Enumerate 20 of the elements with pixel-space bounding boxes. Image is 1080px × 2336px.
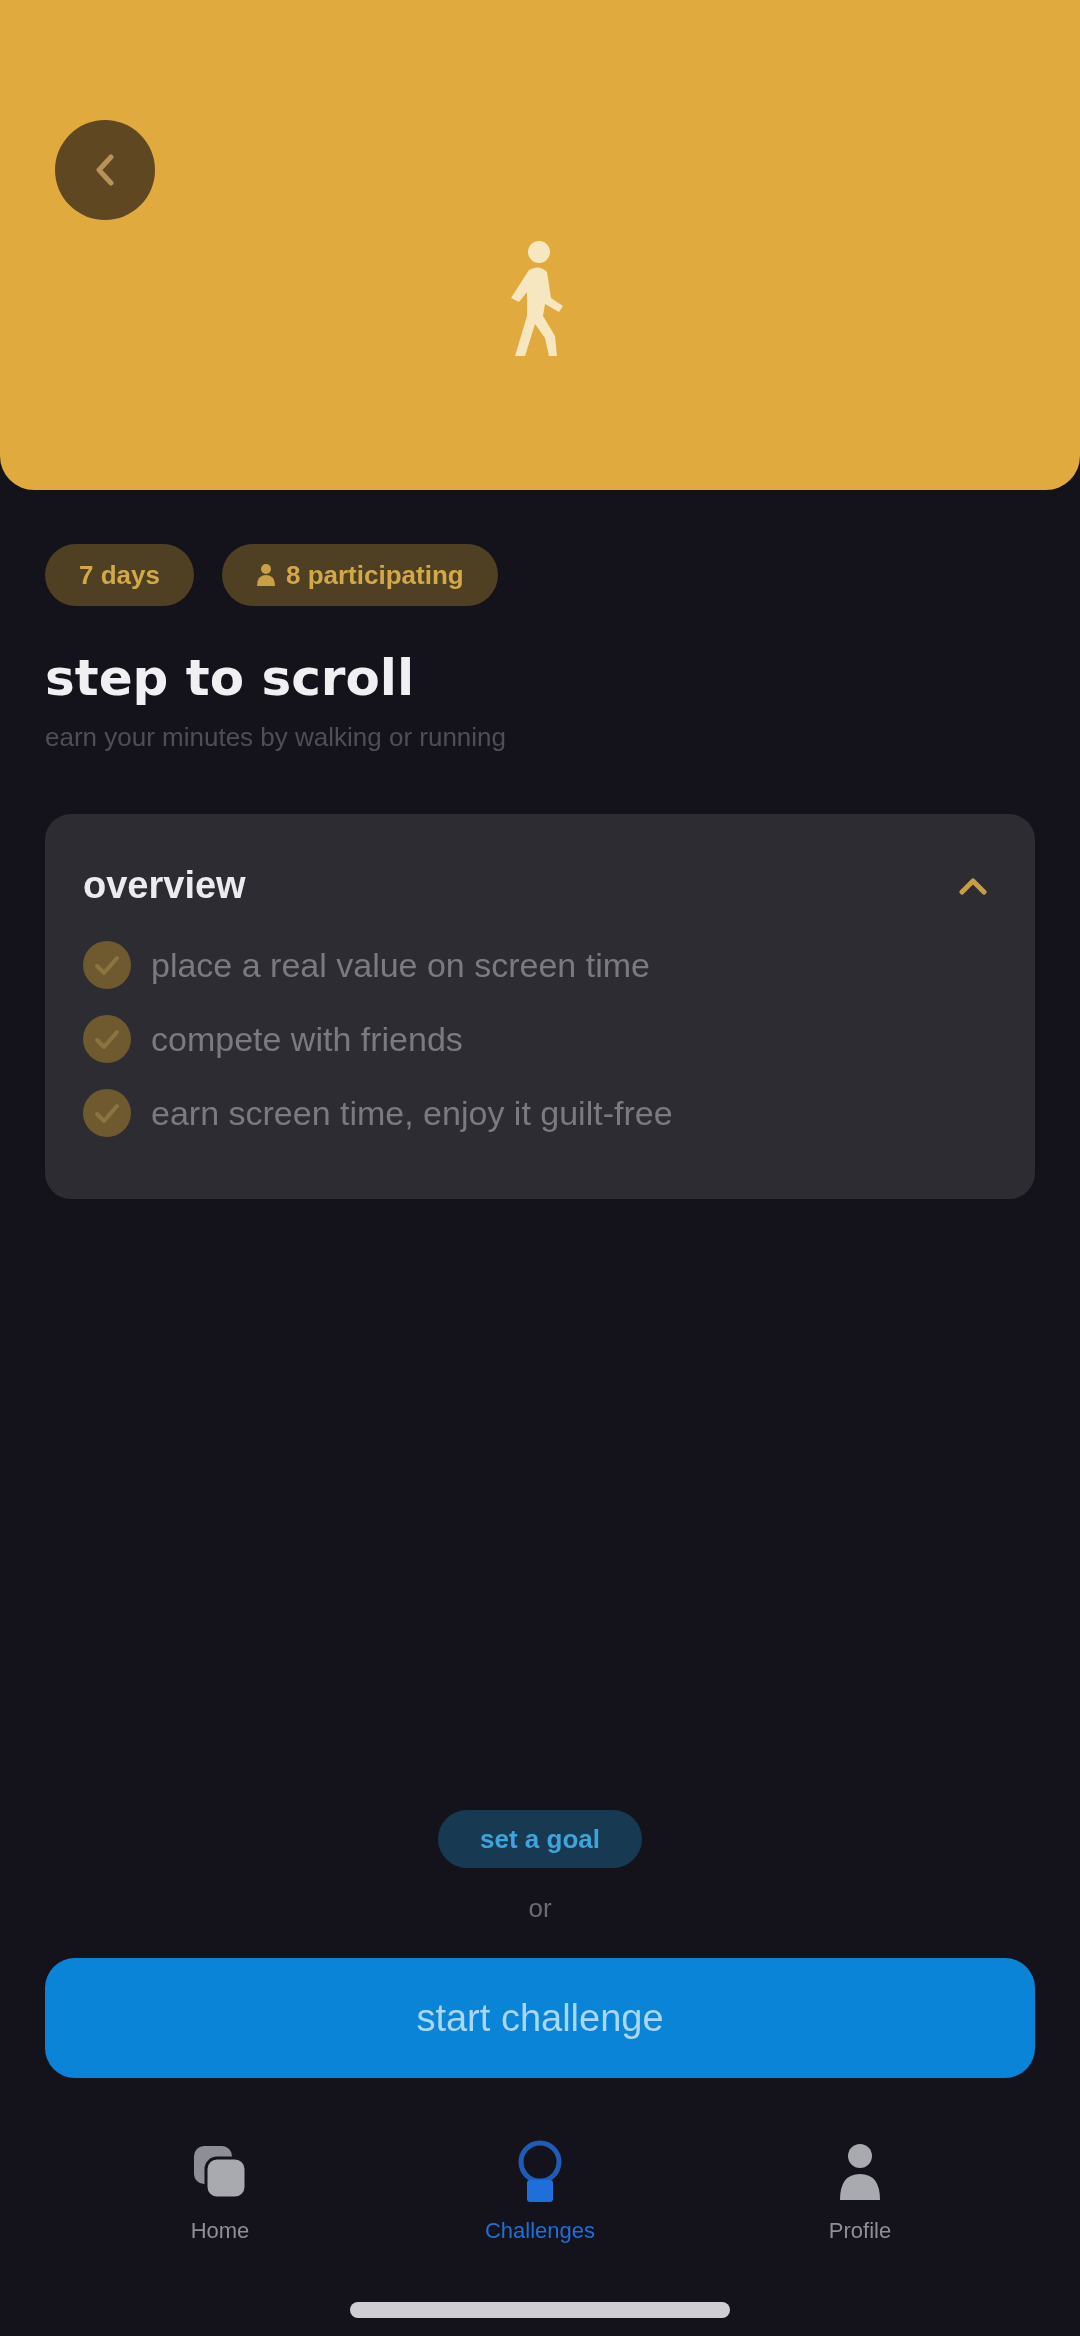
person-icon: [255, 563, 276, 587]
challenge-title: step to scroll: [45, 648, 416, 709]
check-circle-icon: [83, 1089, 131, 1137]
tab-item[interactable]: Challenges: [450, 2140, 630, 2244]
chevron-left-icon: [95, 154, 115, 186]
chevron-icon[interactable]: [959, 876, 987, 895]
tag-label: 8 participating: [285, 559, 464, 591]
separator-text: or: [528, 1893, 552, 1924]
overview-item: compete with friends: [151, 1019, 463, 1059]
tab-item[interactable]: Home: [130, 2140, 310, 2244]
overview-item: place a real value on screen time: [151, 945, 650, 985]
check-circle-icon: [83, 1015, 131, 1063]
overview-item: earn screen time, enjoy it guilt-free: [151, 1093, 673, 1133]
secondary-button[interactable]: set a goal: [438, 1810, 642, 1868]
tab-item[interactable]: Profile: [770, 2140, 950, 2244]
check-circle-icon: [83, 941, 131, 989]
overview-title: overview: [83, 864, 246, 907]
tag-label: 7 days: [79, 559, 160, 591]
challenge-subtitle: earn your minutes by walking or running: [45, 721, 508, 754]
start-button[interactable]: start challenge: [45, 1958, 1035, 2078]
